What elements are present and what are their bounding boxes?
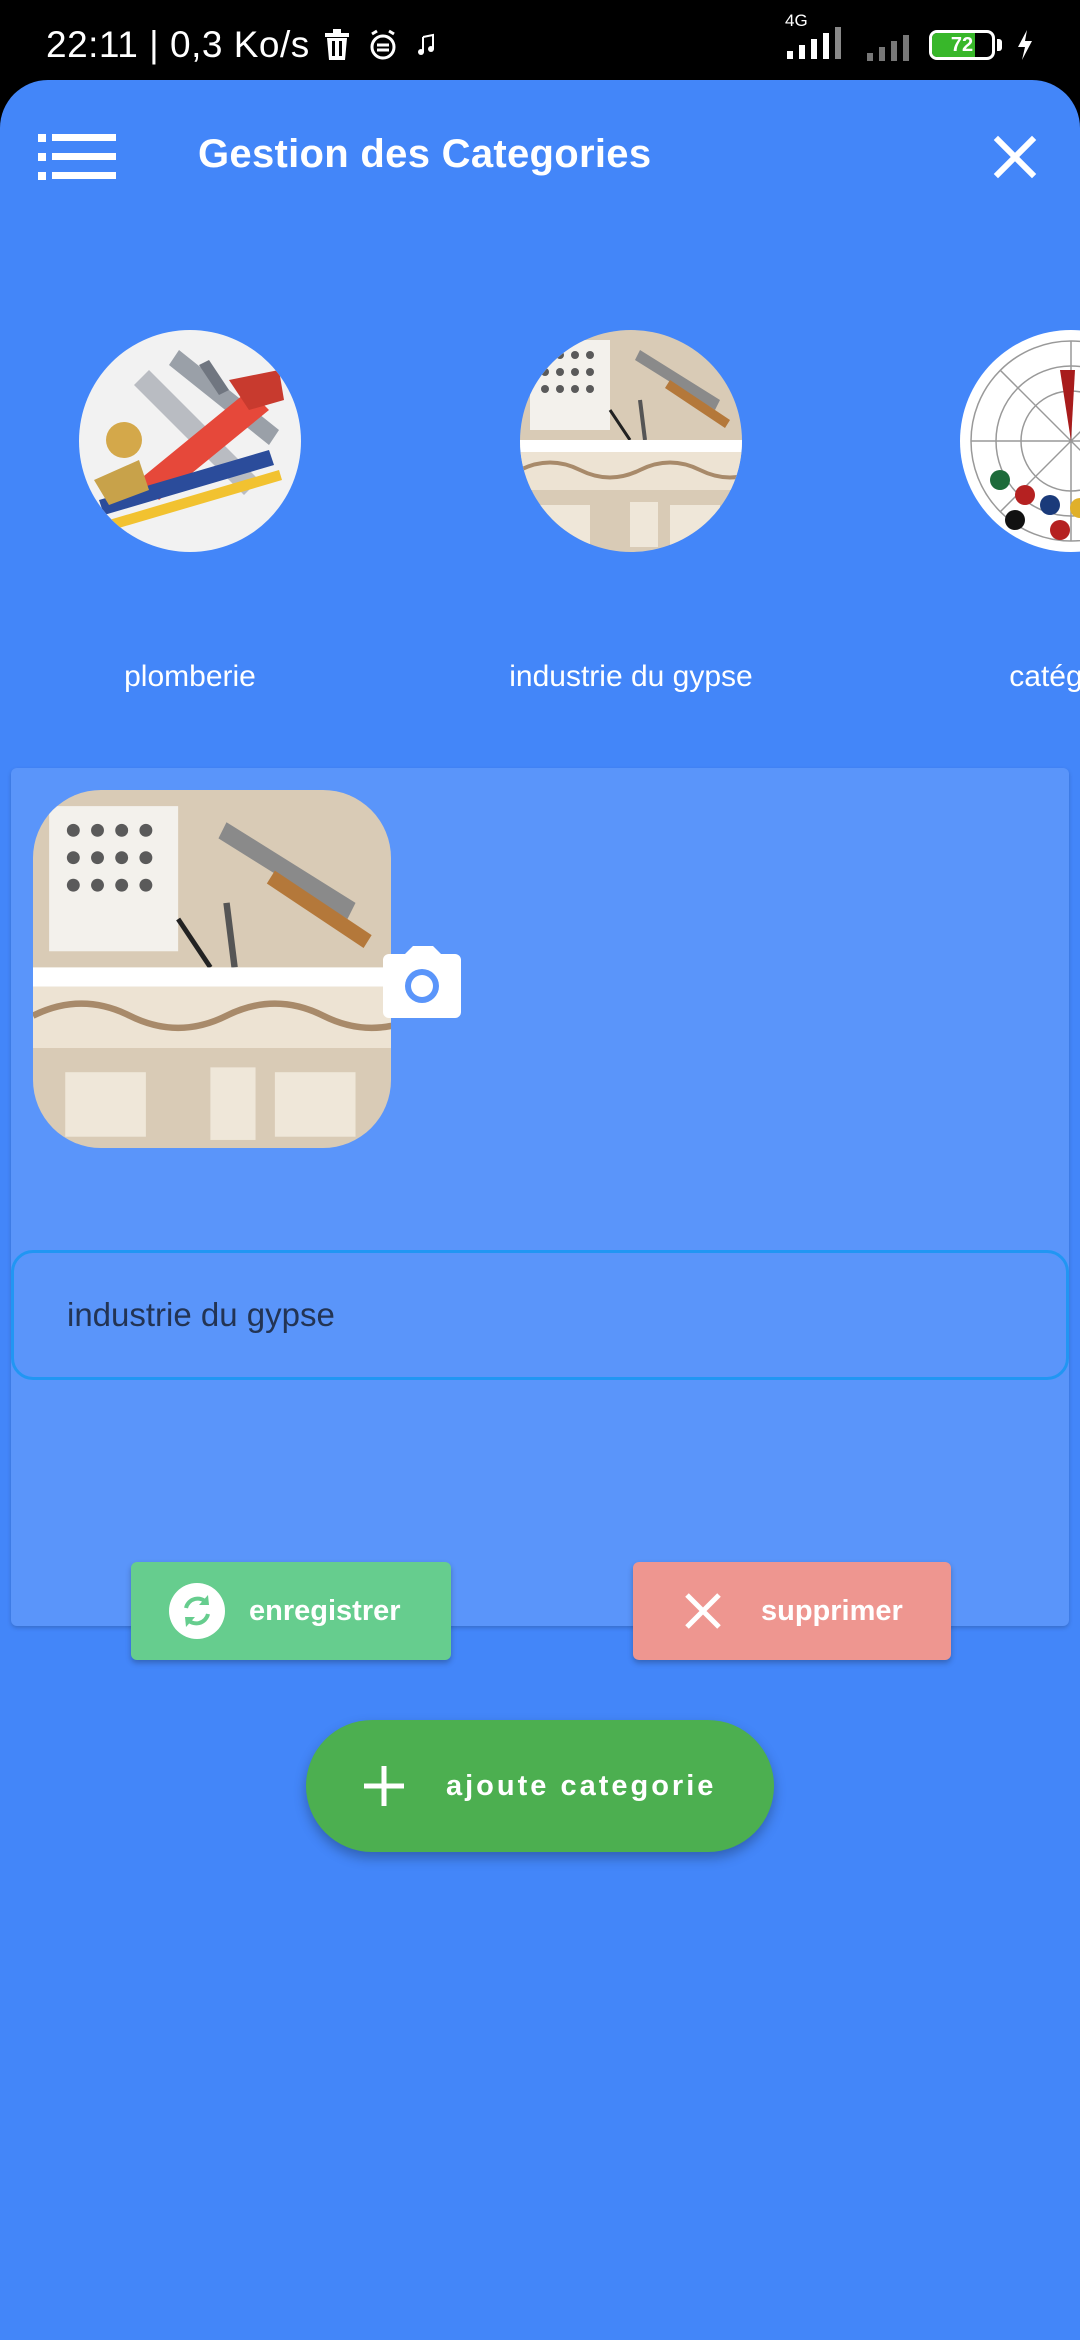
close-button[interactable] [990, 132, 1040, 182]
category-name: industrie du gypse [509, 660, 753, 693]
network-type: 4G [785, 10, 808, 30]
refresh-icon [169, 1583, 225, 1639]
camera-icon [383, 946, 461, 1018]
list-icon [38, 134, 116, 180]
zellige-tile-image [960, 330, 1080, 552]
music-note-icon [417, 33, 434, 55]
status-right: 4G 72 [785, 11, 1034, 66]
app-bar: Gestion des Categories [0, 80, 1080, 240]
add-category-button[interactable]: ajoute categorie [306, 1720, 774, 1852]
status-time: 22:11 | 0,3 Ko/s [46, 24, 310, 65]
signal-weak-icon [867, 35, 909, 61]
battery-level: 72 [950, 33, 974, 56]
signal-icon: 4G [785, 11, 851, 66]
save-button-label: enregistrer [249, 1594, 401, 1627]
battery-indicator: 72 [929, 30, 995, 60]
charging-icon [1018, 30, 1032, 60]
battery-cap [997, 39, 1002, 51]
category-item[interactable]: plomberie [40, 330, 340, 694]
page-title: Gestion des Categories [198, 132, 652, 176]
category-list: plomberie industrie du gypse catég [0, 330, 1080, 790]
app-screen: Gestion des Categories plomberie industr… [0, 80, 1080, 2340]
camera-button[interactable] [381, 946, 463, 1020]
category-name: catégorie [1009, 660, 1080, 693]
close-icon [993, 135, 1037, 179]
category-item[interactable]: industrie du gypse [481, 330, 781, 694]
plus-icon [364, 1766, 404, 1806]
plumbing-tools-image [79, 330, 301, 552]
close-icon [685, 1593, 721, 1629]
alarm-icon [370, 29, 396, 60]
category-editor-card: enregistrer supprimer [11, 768, 1069, 1660]
add-category-label: ajoute categorie [446, 1769, 717, 1802]
delete-button[interactable]: supprimer [633, 1562, 951, 1660]
status-bar: 22:11 | 0,3 Ko/s 4G 72 [0, 0, 1080, 90]
category-name-input[interactable] [11, 1250, 1069, 1380]
gypsum-carving-image [33, 790, 391, 1148]
trash-icon [324, 29, 349, 60]
category-image-picker[interactable] [33, 790, 391, 1148]
status-icons [324, 29, 436, 61]
category-name: plomberie [124, 660, 256, 693]
save-button[interactable]: enregistrer [131, 1562, 451, 1660]
menu-button[interactable] [38, 132, 116, 182]
category-item[interactable]: catégorie [921, 330, 1080, 694]
delete-button-label: supprimer [761, 1594, 903, 1627]
gypsum-carving-image [520, 330, 742, 552]
